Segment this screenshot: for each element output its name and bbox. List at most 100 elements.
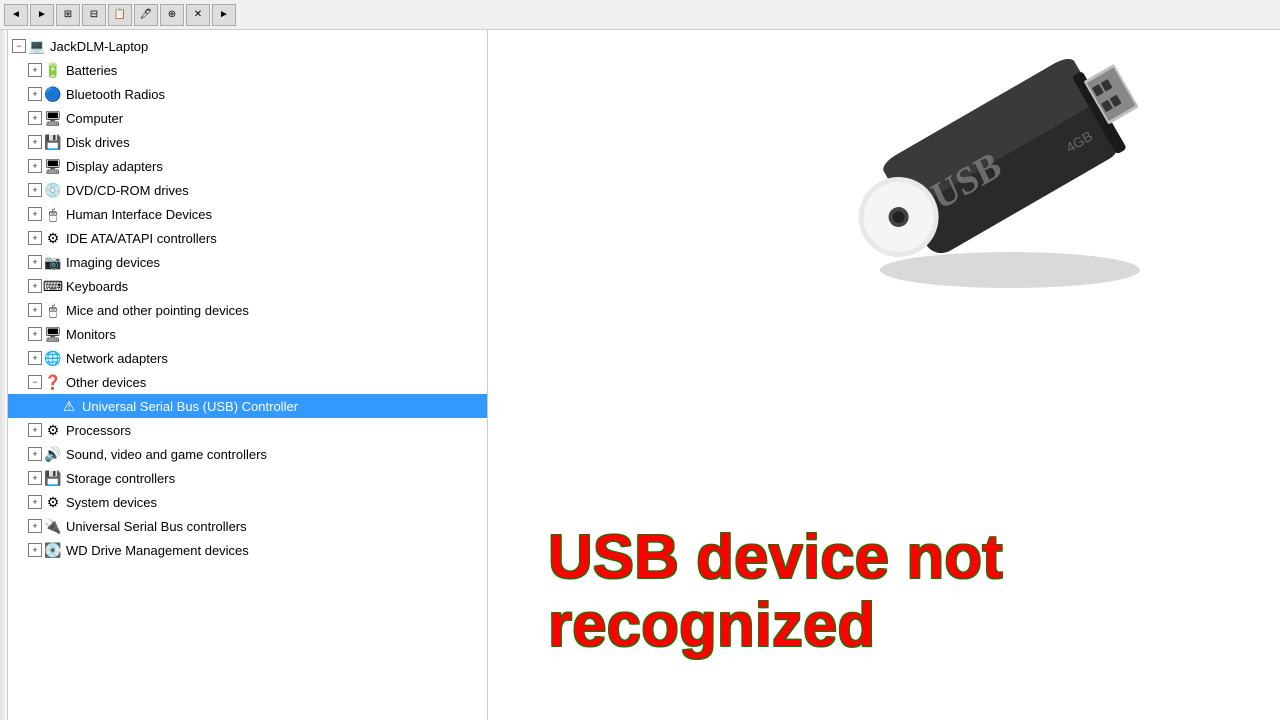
collapse-btn[interactable]: − [12, 39, 26, 53]
camera-icon: 📷 [44, 253, 62, 271]
tree-item-label: Disk drives [66, 135, 130, 150]
tree-item-mice[interactable]: + 🖱 Mice and other pointing devices [8, 298, 487, 322]
toolbar-copy[interactable]: 📋 [108, 4, 132, 26]
expand-btn[interactable]: + [28, 471, 42, 485]
tree-item-other[interactable]: − ❓ Other devices [8, 370, 487, 394]
tree-item-processors[interactable]: + ⚙ Processors [8, 418, 487, 442]
expand-btn[interactable]: + [28, 183, 42, 197]
drive-icon: 💽 [44, 541, 62, 559]
tree-item-display[interactable]: + 🖥 Display adapters [8, 154, 487, 178]
expand-btn[interactable]: + [28, 543, 42, 557]
tree-item-label: Monitors [66, 327, 116, 342]
error-line2: recognized [548, 592, 1260, 660]
usb-plug-icon: 🔌 [44, 517, 62, 535]
tree-item-label: Batteries [66, 63, 117, 78]
collapse-btn[interactable]: − [28, 375, 42, 389]
expand-btn[interactable]: + [28, 279, 42, 293]
expand-btn[interactable]: + [28, 255, 42, 269]
expand-btn[interactable]: + [28, 303, 42, 317]
tree-item-label: Bluetooth Radios [66, 87, 165, 102]
tree-item-label: WD Drive Management devices [66, 543, 249, 558]
tree-item-label: Display adapters [66, 159, 163, 174]
toolbar-expand[interactable]: ⊞ [56, 4, 80, 26]
expand-btn[interactable]: + [28, 495, 42, 509]
tree-item-label: Human Interface Devices [66, 207, 212, 222]
tree-item-storage[interactable]: + 💾 Storage controllers [8, 466, 487, 490]
toolbar-forward[interactable]: ► [30, 4, 54, 26]
error-line1: USB device not [548, 524, 1260, 592]
disk-icon: 💾 [44, 133, 62, 151]
expand-btn[interactable]: + [28, 231, 42, 245]
tree-item-label: Computer [66, 111, 123, 126]
bluetooth-icon: 🔵 [44, 85, 62, 103]
device-tree-panel: − 💻 JackDLM-Laptop + 🔋 Batteries + 🔵 Blu… [8, 30, 488, 720]
tree-item-usb-controller[interactable]: ⚠ Universal Serial Bus (USB) Controller [8, 394, 487, 418]
question-icon: ❓ [44, 373, 62, 391]
toolbar-edit[interactable]: 🖊 [134, 4, 158, 26]
warning-icon: ⚠ [60, 397, 78, 415]
toolbar-back[interactable]: ◄ [4, 4, 28, 26]
expand-btn[interactable]: + [28, 423, 42, 437]
monitor-icon: 🖥 [44, 109, 62, 127]
expand-btn[interactable]: + [28, 207, 42, 221]
tree-item-batteries[interactable]: + 🔋 Batteries [8, 58, 487, 82]
tree-item-computer[interactable]: + 🖥 Computer [8, 106, 487, 130]
network-icon: 🌐 [44, 349, 62, 367]
tree-item-sound[interactable]: + 🔊 Sound, video and game controllers [8, 442, 487, 466]
tree-item-wd[interactable]: + 💽 WD Drive Management devices [8, 538, 487, 562]
tree-item-label: Universal Serial Bus (USB) Controller [82, 399, 298, 414]
expand-btn[interactable]: + [28, 111, 42, 125]
monitor-icon: 🖥 [44, 157, 62, 175]
tree-item-system[interactable]: + ⚙ System devices [8, 490, 487, 514]
tree-item-usb[interactable]: + 🔌 Universal Serial Bus controllers [8, 514, 487, 538]
toolbar-remove[interactable]: ✕ [186, 4, 210, 26]
toolbar: ◄ ► ⊞ ⊟ 📋 🖊 ⊕ ✕ ► [0, 0, 1280, 30]
disk-icon: 💾 [44, 469, 62, 487]
tree-item-keyboards[interactable]: + ⌨ Keyboards [8, 274, 487, 298]
tree-item-label: Mice and other pointing devices [66, 303, 249, 318]
vertical-side-bar [0, 30, 8, 720]
toolbar-run[interactable]: ► [212, 4, 236, 26]
mouse-icon: 🖱 [44, 301, 62, 319]
tree-item-label: Sound, video and game controllers [66, 447, 267, 462]
tree-item-imaging[interactable]: + 📷 Imaging devices [8, 250, 487, 274]
no-expand [44, 399, 58, 413]
tree-item-label: Imaging devices [66, 255, 160, 270]
gear-icon: ⚙ [44, 421, 62, 439]
expand-btn[interactable]: + [28, 159, 42, 173]
expand-btn[interactable]: + [28, 351, 42, 365]
tree-item-label: DVD/CD-ROM drives [66, 183, 189, 198]
tree-item-monitors[interactable]: + 🖥 Monitors [8, 322, 487, 346]
gear-icon: ⚙ [44, 229, 62, 247]
tree-item-label: Network adapters [66, 351, 168, 366]
expand-btn[interactable]: + [28, 87, 42, 101]
tree-item-disk[interactable]: + 💾 Disk drives [8, 130, 487, 154]
usb-error-text: USB device not recognized [548, 524, 1260, 660]
tree-item-bluetooth[interactable]: + 🔵 Bluetooth Radios [8, 82, 487, 106]
expand-btn[interactable]: + [28, 63, 42, 77]
tree-item-label: System devices [66, 495, 157, 510]
tree-item-network[interactable]: + 🌐 Network adapters [8, 346, 487, 370]
expand-btn[interactable]: + [28, 519, 42, 533]
keyboard-icon: ⌨ [44, 277, 62, 295]
tree-item-label: Other devices [66, 375, 146, 390]
dvd-icon: 💿 [44, 181, 62, 199]
toolbar-collapse[interactable]: ⊟ [82, 4, 106, 26]
tree-item-dvd[interactable]: + 💿 DVD/CD-ROM drives [8, 178, 487, 202]
speaker-icon: 🔊 [44, 445, 62, 463]
tree-item-hid[interactable]: + 🖱 Human Interface Devices [8, 202, 487, 226]
mouse-icon: 🖱 [44, 205, 62, 223]
expand-btn[interactable]: + [28, 447, 42, 461]
tree-item-label: Universal Serial Bus controllers [66, 519, 247, 534]
toolbar-add[interactable]: ⊕ [160, 4, 184, 26]
tree-item-label: Storage controllers [66, 471, 175, 486]
monitor-icon: 🖥 [44, 325, 62, 343]
usb-image-area: USB 4GB [840, 40, 1200, 320]
tree-item-ide[interactable]: + ⚙ IDE ATA/ATAPI controllers [8, 226, 487, 250]
tree-item-root[interactable]: − 💻 JackDLM-Laptop [8, 34, 487, 58]
tree-item-label: Keyboards [66, 279, 128, 294]
computer-icon: 💻 [28, 37, 46, 55]
expand-btn[interactable]: + [28, 327, 42, 341]
expand-btn[interactable]: + [28, 135, 42, 149]
usb-drive-image: USB 4GB [840, 40, 1180, 300]
